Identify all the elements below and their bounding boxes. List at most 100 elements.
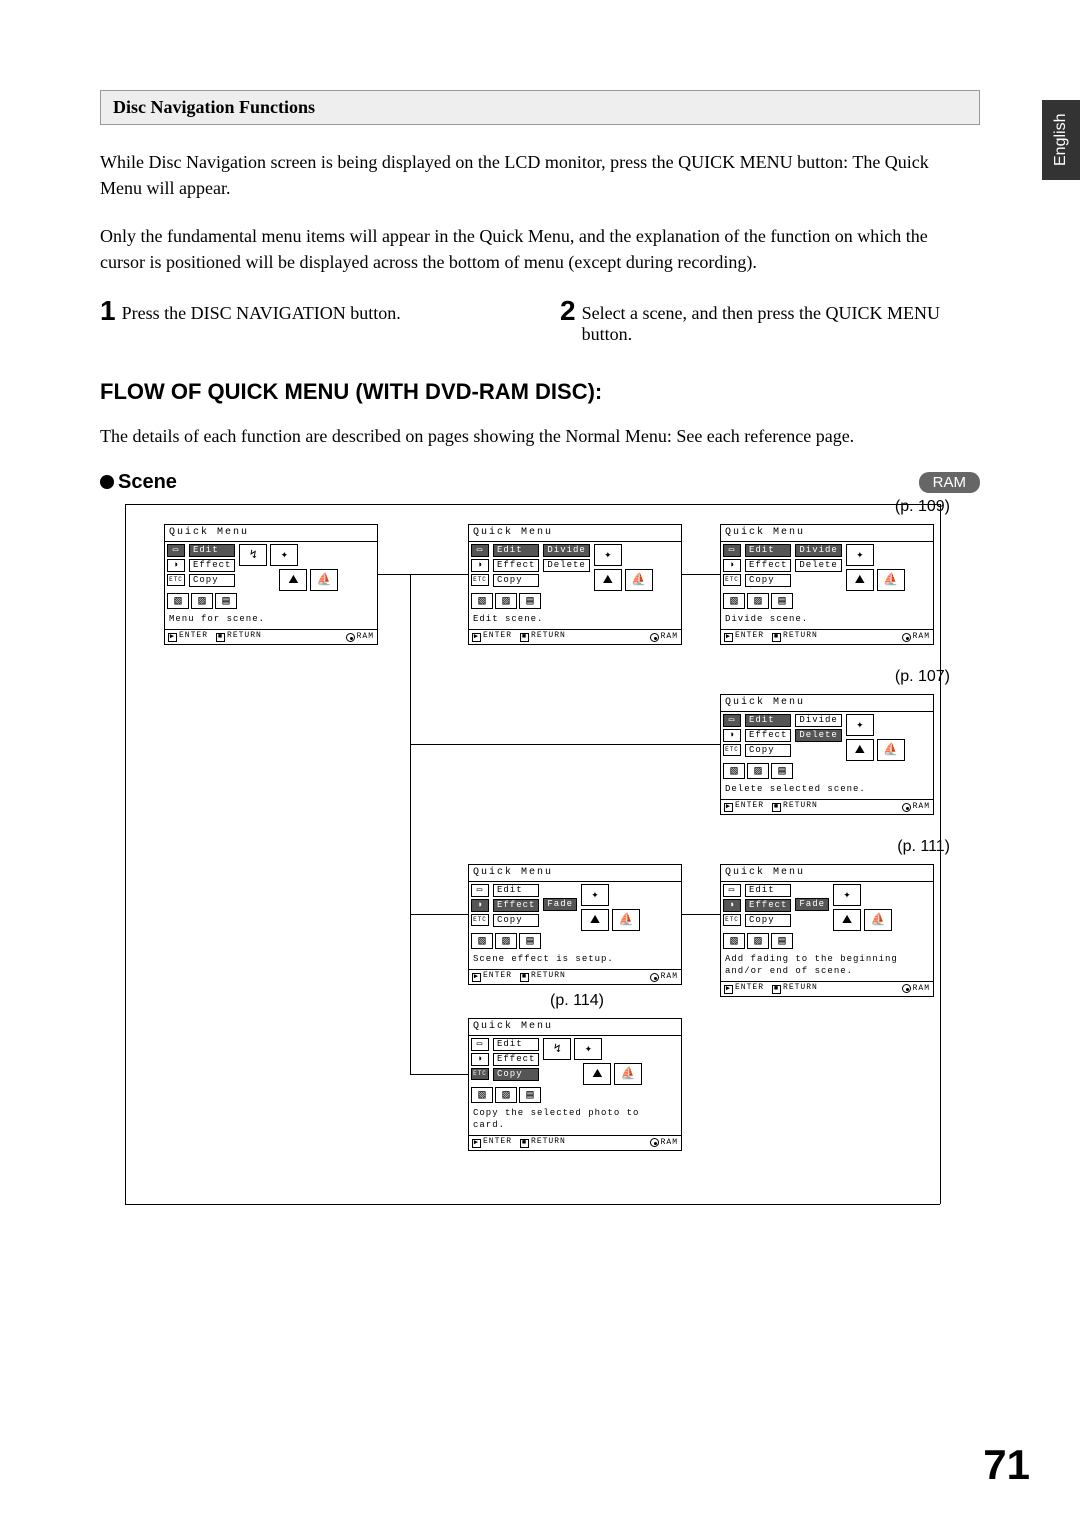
menu-item-copy: Copy [745, 574, 791, 587]
menu-icon: ◑ [723, 559, 741, 572]
thumb-icon: ▧ [471, 593, 493, 609]
thumb-icon: ▤ [519, 933, 541, 949]
submenu-fade: Fade [543, 898, 577, 911]
thumb-icon: ⛰ [581, 909, 609, 931]
submenu-divide: Divide [543, 544, 589, 557]
menu-icon: ▭ [471, 1038, 489, 1051]
thumb-icon: ▨ [495, 933, 517, 949]
menu-item-effect: Effect [189, 559, 235, 572]
quick-menu-delete: Quick Menu ▭ ◑ ETC Edit Effect Copy Divi… [720, 694, 934, 815]
menu-item-edit: Edit [745, 544, 791, 557]
page-content: Disc Navigation Functions While Disc Nav… [100, 90, 980, 1244]
etc-icon: ETC [723, 574, 741, 586]
menu-footer: ENTERRETURN RAM [721, 629, 933, 644]
page-ref-114: (p. 114) [550, 992, 604, 1010]
step-number: 2 [560, 297, 576, 325]
menu-icon: ▭ [723, 714, 741, 727]
section-header: Disc Navigation Functions [100, 90, 980, 125]
menu-icon: ▭ [471, 544, 489, 557]
menu-icon: ◑ [167, 559, 185, 572]
thumb-icon: ⛵ [625, 569, 653, 591]
thumb-icon: ⛰ [846, 739, 874, 761]
thumb-icon: ⛵ [877, 739, 905, 761]
menu-title: Quick Menu [721, 525, 933, 542]
thumb-icon: ▨ [495, 1087, 517, 1103]
quick-menu-divide: Quick Menu ▭ ◑ ETC Edit Effect Copy Divi… [720, 524, 934, 645]
etc-icon: ETC [471, 1068, 489, 1080]
menu-title: Quick Menu [469, 865, 681, 882]
menu-icon: ▭ [471, 884, 489, 897]
step-text: Select a scene, and then press the QUICK… [582, 297, 980, 345]
menu-item-edit: Edit [745, 714, 791, 727]
thumb-icon: ⛰ [846, 569, 874, 591]
scene-heading: Scene [100, 471, 980, 494]
menu-title: Quick Menu [721, 695, 933, 712]
thumb-icon: ✦ [574, 1038, 602, 1060]
menu-desc: Divide scene. [721, 611, 933, 629]
step-number: 1 [100, 297, 116, 325]
thumb-icon: ⛰ [833, 909, 861, 931]
flow-diagram: (p. 109) (p. 107) (p. 111) (p. 114) Quic… [100, 504, 980, 1244]
thumb-icon: ▤ [519, 593, 541, 609]
menu-title: Quick Menu [469, 525, 681, 542]
submenu-delete: Delete [795, 559, 841, 572]
intro-paragraph-1: While Disc Navigation screen is being di… [100, 149, 970, 201]
thumb-icon: ▨ [747, 933, 769, 949]
menu-icon: ▭ [723, 884, 741, 897]
thumb-icon: ✦ [594, 544, 622, 566]
menu-icon: ▭ [723, 544, 741, 557]
menu-item-copy: Copy [745, 744, 791, 757]
menu-desc: Copy the selected photo to card. [469, 1105, 681, 1134]
menu-title: Quick Menu [721, 865, 933, 882]
menu-item-edit: Edit [493, 544, 539, 557]
scene-label: Scene [118, 471, 177, 493]
menu-footer: ENTERRETURN RAM [469, 969, 681, 984]
menu-footer: ENTERRETURN RAM [721, 799, 933, 814]
menu-item-copy: Copy [493, 914, 539, 927]
page-ref-109: (p. 109) [895, 498, 950, 516]
thumb-icon: ▤ [771, 763, 793, 779]
quick-menu-effect: Quick Menu ▭ ◑ ETC Edit Effect Copy Fade [468, 864, 682, 985]
intro-paragraph-2: Only the fundamental menu items will app… [100, 223, 970, 275]
submenu-divide: Divide [795, 714, 841, 727]
menu-item-edit: Edit [189, 544, 235, 557]
thumb-icon: ▧ [723, 763, 745, 779]
menu-footer: ENTERRETURN RAM [469, 629, 681, 644]
menu-desc: Scene effect is setup. [469, 951, 681, 969]
thumb-icon: ✦ [581, 884, 609, 906]
menu-item-effect: Effect [493, 1053, 539, 1066]
thumb-icon: ⛵ [877, 569, 905, 591]
page-number: 71 [983, 1441, 1030, 1489]
thumb-icon: ✦ [846, 544, 874, 566]
thumb-icon: ✦ [833, 884, 861, 906]
flow-heading: FLOW OF QUICK MENU (WITH DVD-RAM DISC): [100, 379, 980, 405]
menu-footer: ENTERRETURN RAM [469, 1135, 681, 1150]
menu-item-edit: Edit [745, 884, 791, 897]
quick-menu-edit: Quick Menu ▭ ◑ ETC Edit Effect Copy Divi… [468, 524, 682, 645]
step-1: 1 Press the DISC NAVIGATION button. [100, 297, 520, 345]
menu-footer: ENTERRETURN RAM [721, 981, 933, 996]
submenu-delete: Delete [543, 559, 589, 572]
quick-menu-fade: Quick Menu ▭ ◑ ETC Edit Effect Copy Fade [720, 864, 934, 996]
menu-title: Quick Menu [165, 525, 377, 542]
quick-menu-copy: Quick Menu ▭ ◑ ETC Edit Effect Copy ↯ ✦ … [468, 1018, 682, 1150]
etc-icon: ETC [471, 914, 489, 926]
flow-description: The details of each function are describ… [100, 423, 970, 449]
menu-footer: ENTERRETURN RAM [165, 629, 377, 644]
etc-icon: ETC [471, 574, 489, 586]
menu-icon: ◑ [471, 899, 489, 912]
thumb-icon: ⛰ [279, 569, 307, 591]
submenu-divide: Divide [795, 544, 841, 557]
bullet-icon [100, 475, 114, 489]
menu-icon: ◑ [471, 559, 489, 572]
thumb-icon: ⛵ [864, 909, 892, 931]
etc-icon: ETC [723, 914, 741, 926]
menu-desc: Delete selected scene. [721, 781, 933, 799]
thumb-icon: ▤ [771, 933, 793, 949]
etc-icon: ETC [167, 574, 185, 586]
thumb-icon: ▨ [191, 593, 213, 609]
menu-icon: ◑ [723, 729, 741, 742]
menu-item-effect: Effect [745, 899, 791, 912]
menu-item-effect: Effect [493, 899, 539, 912]
menu-icon: ◑ [471, 1053, 489, 1066]
